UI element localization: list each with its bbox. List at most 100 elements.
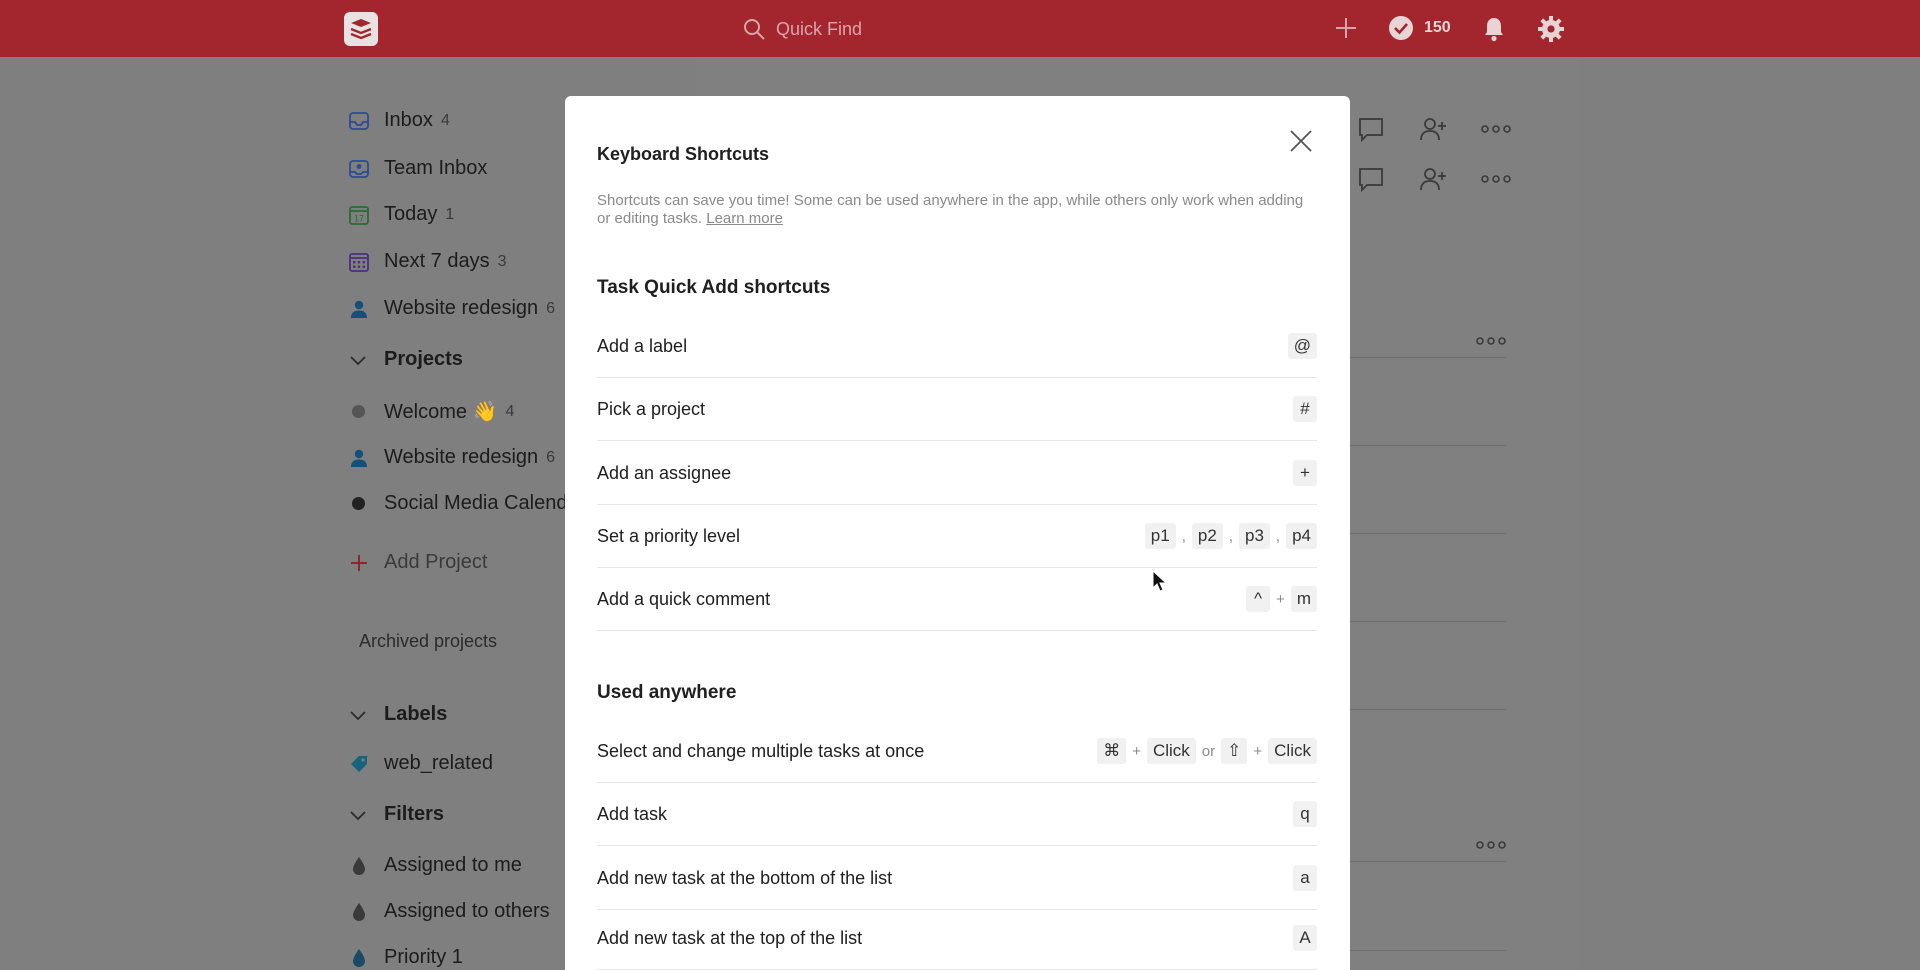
today-day: 17 xyxy=(354,213,364,223)
project-label: Social Media Calenda xyxy=(384,492,579,514)
sidebar-item-website-redesign[interactable]: Website redesign 6 xyxy=(348,297,555,320)
project-dot-icon xyxy=(348,401,370,423)
task-actions-row xyxy=(1357,166,1511,192)
key-cap: q xyxy=(1293,801,1317,827)
gear-icon[interactable] xyxy=(1537,15,1565,43)
add-project-label: Add Project xyxy=(384,551,488,573)
filter-label: Assigned to me xyxy=(384,854,522,876)
sidebar-item-team-inbox[interactable]: Team Inbox xyxy=(348,157,487,180)
more-options-icon[interactable] xyxy=(1481,174,1511,184)
filter-label: Assigned to others xyxy=(384,900,550,922)
learn-more-link[interactable]: Learn more xyxy=(706,210,783,227)
search-icon xyxy=(744,19,765,40)
chevron-down-icon xyxy=(350,355,366,365)
shortcut-keys: + xyxy=(1293,460,1317,486)
bell-icon[interactable] xyxy=(1481,15,1507,43)
search-input[interactable]: Quick Find xyxy=(776,19,862,40)
more-options-icon[interactable] xyxy=(1481,124,1511,134)
share-person-icon[interactable] xyxy=(1419,166,1447,192)
key-cap: # xyxy=(1293,396,1317,422)
dialog-description: Shortcuts can save you time! Some can be… xyxy=(597,192,1317,228)
shortcut-keys: @ xyxy=(1287,333,1317,359)
chevron-down-icon xyxy=(350,710,366,720)
more-options-icon[interactable] xyxy=(1476,336,1506,346)
key-cap: p4 xyxy=(1286,523,1317,549)
sidebar-item-label: Inbox xyxy=(384,109,433,131)
projects-section-header[interactable]: Projects xyxy=(348,348,463,371)
label-item-web-related[interactable]: web_related xyxy=(348,752,493,775)
key-separator: , xyxy=(1275,527,1281,545)
today-calendar-icon: 17 xyxy=(349,205,369,225)
shortcut-label: Add a label xyxy=(597,335,688,356)
share-person-icon[interactable] xyxy=(1419,116,1447,142)
sidebar-item-inbox[interactable]: Inbox 4 xyxy=(348,109,450,132)
filter-item-assigned-to-others[interactable]: Assigned to others xyxy=(348,900,550,923)
karma-indicator[interactable]: 150 xyxy=(1388,15,1451,41)
shortcut-row: Select and change multiple tasks at once… xyxy=(597,720,1317,783)
person-icon xyxy=(351,449,367,467)
project-item-welcome[interactable]: Welcome 👋 4 xyxy=(348,399,514,424)
sidebar-item-label: Today xyxy=(384,203,438,225)
shortcut-keys: a xyxy=(1293,865,1317,891)
sidebar-item-next-7-days[interactable]: Next 7 days 3 xyxy=(348,250,507,273)
project-item-social-media-calendar[interactable]: Social Media Calenda xyxy=(348,492,579,515)
key-separator: + xyxy=(1132,742,1141,760)
key-cap: @ xyxy=(1287,333,1317,359)
key-cap: ⌘ xyxy=(1097,738,1127,764)
projects-heading: Projects xyxy=(384,348,463,370)
description-text: Shortcuts can save you time! Some can be… xyxy=(597,192,1304,227)
shortcut-row: Add a quick comment ^ + m xyxy=(597,568,1317,631)
shortcut-keys: # xyxy=(1293,396,1317,422)
key-separator: , xyxy=(1228,527,1233,545)
project-dot-icon xyxy=(348,493,370,515)
project-label: Welcome 👋 xyxy=(384,401,498,423)
sidebar-item-count: 4 xyxy=(440,111,450,129)
key-cap: Click xyxy=(1146,738,1196,764)
shortcut-label: Add new task at the bottom of the list xyxy=(597,867,893,888)
section-heading-used-anywhere: Used anywhere xyxy=(597,682,737,703)
filters-section-header[interactable]: Filters xyxy=(348,803,444,826)
project-item-website-redesign[interactable]: Website redesign 6 xyxy=(348,446,555,469)
mouse-cursor-icon xyxy=(1152,570,1168,592)
key-separator: + xyxy=(1253,742,1263,760)
key-separator: or xyxy=(1201,742,1216,760)
filter-item-priority-1[interactable]: Priority 1 xyxy=(348,946,463,969)
shortcut-row: Add an assignee + xyxy=(597,442,1317,505)
labels-heading: Labels xyxy=(384,703,448,725)
labels-section-header[interactable]: Labels xyxy=(348,703,447,726)
add-project-button[interactable]: Add Project xyxy=(348,551,487,574)
logo-icon[interactable] xyxy=(344,12,378,46)
shortcut-keys: q xyxy=(1293,801,1317,827)
karma-count: 150 xyxy=(1424,19,1451,36)
chevron-down-icon xyxy=(350,810,366,820)
task-actions-row xyxy=(1357,116,1511,142)
quick-find-search[interactable]: Quick Find xyxy=(742,14,862,44)
divider xyxy=(1350,621,1506,622)
divider xyxy=(1350,950,1506,951)
shortcut-label: Set a priority level xyxy=(597,525,741,546)
close-icon[interactable] xyxy=(1288,128,1314,154)
comment-icon[interactable] xyxy=(1357,116,1385,142)
sidebar-item-today[interactable]: 17 Today 1 xyxy=(348,203,454,226)
archived-projects-link[interactable]: Archived projects xyxy=(359,631,497,652)
filter-item-assigned-to-me[interactable]: Assigned to me xyxy=(348,854,522,877)
shortcut-row: Add new task at the bottom of the list a xyxy=(597,847,1317,910)
section-heading-quick-add: Task Quick Add shortcuts xyxy=(597,277,831,298)
more-options-icon[interactable] xyxy=(1476,840,1506,850)
shortcut-label: Add a quick comment xyxy=(597,588,771,609)
key-cap: Click xyxy=(1268,738,1317,764)
filters-heading: Filters xyxy=(384,803,445,825)
comment-icon[interactable] xyxy=(1357,166,1385,192)
key-cap: a xyxy=(1293,865,1317,891)
karma-check-icon xyxy=(1389,16,1413,40)
tag-icon xyxy=(351,755,367,772)
right-gutter xyxy=(1580,57,1920,970)
shortcut-row: Add a label @ xyxy=(597,315,1317,378)
top-bar: Quick Find 150 xyxy=(0,0,1920,57)
shortcut-row: Pick a project # xyxy=(597,378,1317,441)
shortcut-label: Pick a project xyxy=(597,398,706,419)
add-icon[interactable] xyxy=(1333,15,1359,41)
key-cap: p2 xyxy=(1191,523,1223,549)
shortcut-label: Add new task at the top of the list xyxy=(597,927,863,948)
key-separator: , xyxy=(1181,527,1186,545)
